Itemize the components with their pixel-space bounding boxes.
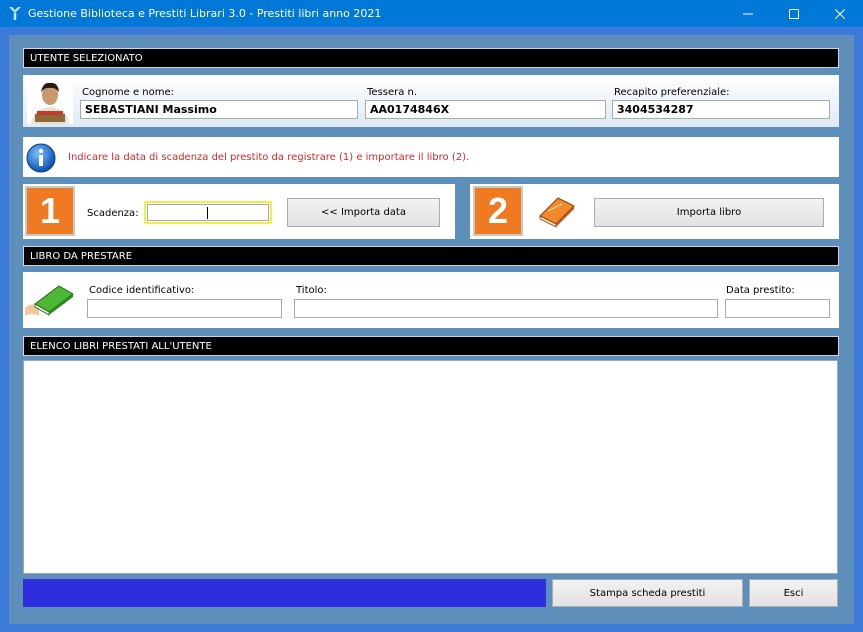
minimize-button[interactable] <box>725 0 771 27</box>
step1-number: 1 <box>25 186 75 236</box>
title-field[interactable] <box>294 299 718 318</box>
app-icon <box>9 7 21 20</box>
window-title: Gestione Biblioteca e Prestiti Librari 3… <box>28 7 382 20</box>
contact-field[interactable]: 3404534287 <box>612 100 830 119</box>
code-field[interactable] <box>87 299 282 318</box>
close-button[interactable] <box>817 0 863 27</box>
loan-date-field[interactable] <box>725 299 830 318</box>
book-panel: Codice identificativo: Titolo: Data pres… <box>23 272 839 328</box>
deadline-input[interactable] <box>147 204 269 221</box>
user-avatar <box>27 78 73 124</box>
text-caret <box>207 207 208 219</box>
title-label: Titolo: <box>296 285 327 296</box>
step1-panel: 1 Scadenza: << Importa data <box>23 184 455 239</box>
loans-section-header: ELENCO LIBRI PRESTATI ALL'UTENTE <box>23 336 839 356</box>
close-icon <box>835 8 845 19</box>
name-label: Cognome e nome: <box>82 87 175 98</box>
contact-label: Recapito preferenziale: <box>614 87 730 98</box>
maximize-icon <box>789 8 799 19</box>
step2-panel: 2 Importa libro <box>470 184 839 239</box>
main-area: UTENTE SELEZIONATO Cognome e nome: SEBAS… <box>9 35 854 624</box>
info-message: Indicare la data di scadenza del prestit… <box>68 152 470 163</box>
minimize-icon <box>743 13 753 14</box>
print-loans-button[interactable]: Stampa scheda prestiti <box>552 579 743 607</box>
user-section-header: UTENTE SELEZIONATO <box>23 48 839 68</box>
info-panel: Indicare la data di scadenza del prestit… <box>23 137 839 177</box>
title-bar: Gestione Biblioteca e Prestiti Librari 3… <box>0 0 863 27</box>
info-icon <box>26 143 56 173</box>
green-book-icon <box>25 285 74 316</box>
import-book-button[interactable]: Importa libro <box>594 198 824 227</box>
exit-button[interactable]: Esci <box>749 579 838 607</box>
card-field[interactable]: AA0174846X <box>365 100 606 119</box>
loan-date-label: Data prestito: <box>726 285 795 296</box>
import-date-button[interactable]: << Importa data <box>287 198 440 227</box>
user-panel: Cognome e nome: SEBASTIANI Massimo Tesse… <box>23 75 839 127</box>
application-window: Gestione Biblioteca e Prestiti Librari 3… <box>0 0 863 632</box>
maximize-button[interactable] <box>771 0 817 27</box>
progress-bar <box>23 579 546 607</box>
code-label: Codice identificativo: <box>89 285 195 296</box>
loans-list[interactable] <box>23 360 838 574</box>
card-label: Tessera n. <box>367 87 418 98</box>
orange-book-icon <box>539 197 575 228</box>
deadline-input-frame <box>144 201 272 224</box>
deadline-label: Scadenza: <box>87 208 139 219</box>
book-section-header: LIBRO DA PRESTARE <box>23 246 839 266</box>
step2-number: 2 <box>473 186 523 236</box>
name-field[interactable]: SEBASTIANI Massimo <box>80 100 358 119</box>
